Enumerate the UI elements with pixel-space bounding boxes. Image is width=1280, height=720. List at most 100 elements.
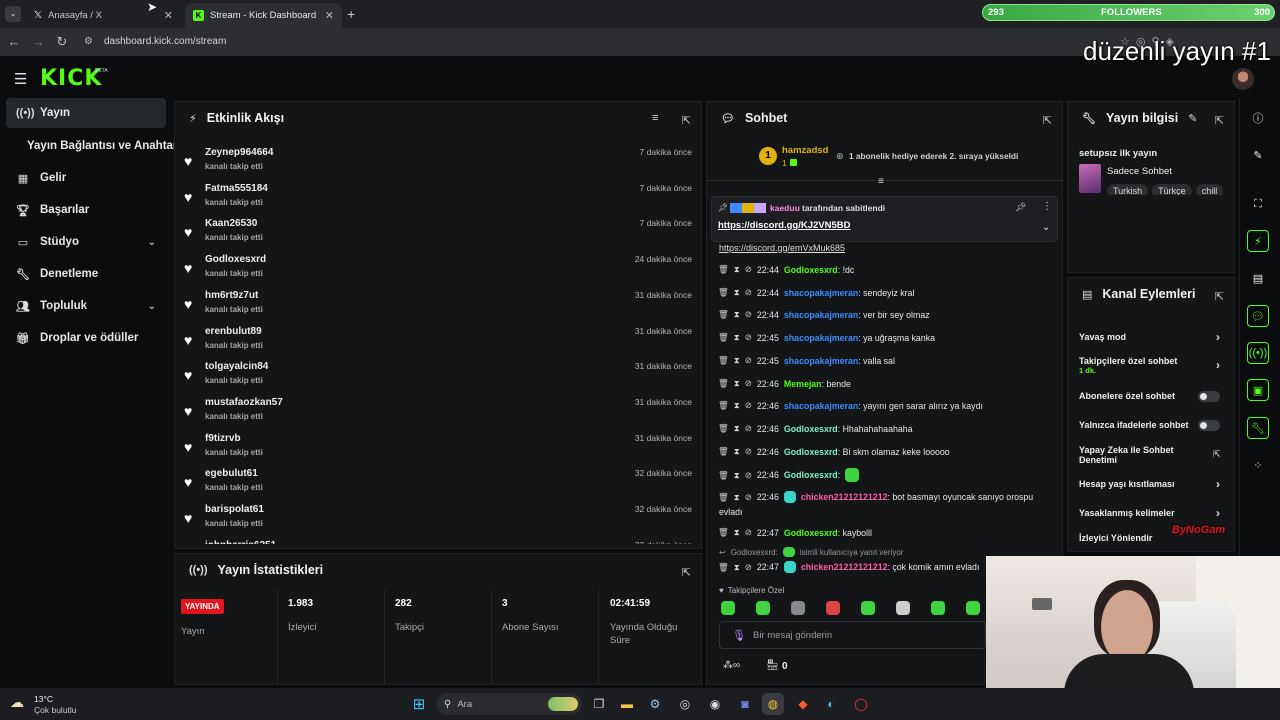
delete-icon[interactable]: 🗑︎ bbox=[718, 562, 729, 573]
timeout-icon[interactable]: ⧗ bbox=[734, 287, 740, 298]
delete-icon[interactable]: 🗑︎ bbox=[718, 492, 729, 503]
delete-icon[interactable]: 🗑︎ bbox=[718, 378, 729, 389]
close-tab-icon[interactable]: ✕ bbox=[325, 9, 334, 22]
ban-icon[interactable]: ⊘ bbox=[745, 527, 752, 538]
discord-icon[interactable]: ◙ bbox=[734, 693, 756, 715]
list-item[interactable]: ♥ Godloxesxrd kanalı takip etti 24 dakika ö… bbox=[184, 252, 694, 288]
windows-start-icon[interactable]: ⊞ bbox=[408, 693, 430, 715]
document-icon[interactable]: ▤ bbox=[1247, 267, 1269, 289]
follower-name[interactable]: barispolat61 bbox=[205, 504, 264, 515]
follower-name[interactable]: hm6rt9z7ut bbox=[205, 290, 258, 301]
list-item[interactable]: ♥ mustafaozkan57 kanalı takip etti 31 dakik… bbox=[184, 395, 694, 431]
user-avatar[interactable] bbox=[1232, 68, 1254, 90]
sidebar-item-denetleme[interactable]: 🔧︎ Denetleme bbox=[6, 259, 166, 289]
address-bar[interactable]: dashboard.kick.com/stream bbox=[104, 36, 226, 47]
emote-icon[interactable] bbox=[931, 601, 945, 615]
chat-message[interactable]: 🗑︎ ⧗ ⊘ 22:46 chicken21212121212: bot basmayı… bbox=[718, 491, 1048, 503]
timeout-icon[interactable]: ⧗ bbox=[734, 562, 740, 573]
sidebar-item-topluluk[interactable]: 👥︎ Topluluk ⌄ bbox=[6, 291, 166, 321]
account-age-row[interactable]: Hesap yaşı kısıtlaması › bbox=[1079, 477, 1224, 491]
emote-only-toggle[interactable] bbox=[1198, 420, 1220, 431]
follower-name[interactable]: johnharris6251 bbox=[205, 540, 276, 544]
ban-icon[interactable]: ⊘ bbox=[745, 378, 752, 389]
emote-icon[interactable] bbox=[826, 601, 840, 615]
timeout-icon[interactable]: ⧗ bbox=[734, 400, 740, 411]
file-explorer-icon[interactable]: ▬ bbox=[616, 693, 638, 715]
stats-icon[interactable]: ▣ bbox=[1247, 379, 1269, 401]
subscribers-only-toggle[interactable] bbox=[1198, 391, 1220, 402]
store-icon[interactable]: 🏪︎ bbox=[766, 660, 779, 671]
wrench-icon[interactable]: 🔧︎ bbox=[1247, 417, 1269, 439]
delete-icon[interactable]: 🗑︎ bbox=[718, 446, 729, 457]
weather-temp[interactable]: 13°C bbox=[34, 694, 53, 704]
popout-icon[interactable]: ⇱ bbox=[1215, 290, 1224, 303]
app-icon[interactable]: ◎ bbox=[674, 693, 696, 715]
chat-message[interactable]: 🗑︎ ⧗ ⊘ 22:47 Godloxesxrd: kaybolll bbox=[718, 527, 1048, 538]
sidebar-item-gelir[interactable]: ▦ Gelir bbox=[6, 163, 166, 193]
popout-icon[interactable]: ⇱ bbox=[1043, 114, 1052, 127]
emote-only-row[interactable]: Yalnızca ifadelerle sohbet bbox=[1079, 420, 1224, 431]
ban-icon[interactable]: ⊘ bbox=[745, 332, 752, 343]
popout-icon[interactable]: ⇱ bbox=[1215, 114, 1224, 127]
chat-message[interactable]: 🗑︎ ⧗ ⊘ 22:44 shacopakajmeran: sendeyiz kral bbox=[718, 287, 1048, 298]
chat-username[interactable]: Godloxesxrd bbox=[784, 424, 838, 434]
timeout-icon[interactable]: ⧗ bbox=[734, 527, 740, 538]
subscribers-only-row[interactable]: Abonelere özel sohbet bbox=[1079, 391, 1224, 402]
app-icon[interactable]: ◉ bbox=[704, 693, 726, 715]
list-item[interactable]: ♥ Fatma555184 kanalı takip etti 7 dakika ön… bbox=[184, 181, 694, 217]
emote-icon[interactable] bbox=[721, 601, 735, 615]
banned-words-row[interactable]: Yasaklanmış kelimeler › bbox=[1079, 506, 1224, 520]
chat-username[interactable]: shacopakajmeran bbox=[784, 401, 858, 411]
popout-icon[interactable]: ⇱ bbox=[682, 566, 691, 579]
list-item[interactable]: ♥ hm6rt9z7ut kanalı takip etti 31 dakika ön… bbox=[184, 288, 694, 324]
chat-message[interactable]: 🗑︎ ⧗ ⊘ 22:46 Godloxesxrd: Hhahahahaahaha bbox=[718, 423, 1048, 434]
chat-message[interactable]: 🗑︎ ⧗ ⊘ 22:46 Godloxesxrd: bbox=[718, 468, 1048, 482]
chat-username[interactable]: shacopakajmeran bbox=[784, 288, 858, 298]
delete-icon[interactable]: 🗑︎ bbox=[718, 264, 729, 275]
chevron-down-icon[interactable]: ⌄ bbox=[1042, 222, 1050, 233]
timeout-icon[interactable]: ⧗ bbox=[734, 492, 740, 503]
tag[interactable]: chill bbox=[1195, 184, 1224, 195]
delete-icon[interactable]: 🗑︎ bbox=[718, 332, 729, 343]
chat-message[interactable]: 🗑︎ ⧗ ⊘ 22:44 Godloxesxrd: !dc bbox=[718, 264, 1048, 275]
delete-icon[interactable]: 🗑︎ bbox=[718, 309, 729, 320]
followers-only-row[interactable]: Takipçilere özel sohbet 1 dk. › bbox=[1079, 356, 1224, 375]
gift-username[interactable]: hamzadsd bbox=[782, 145, 828, 156]
slow-mode-row[interactable]: Yavaş mod › bbox=[1079, 330, 1224, 344]
tag[interactable]: Türkçe bbox=[1152, 184, 1192, 195]
broadcast-icon[interactable]: ((•)) bbox=[1247, 342, 1269, 364]
opera-icon[interactable]: ◯ bbox=[850, 693, 872, 715]
chat-username[interactable]: Godloxesxrd bbox=[784, 528, 838, 538]
back-icon[interactable]: ← bbox=[6, 34, 22, 49]
chat-message[interactable]: 🗑︎ ⧗ ⊘ 22:44 shacopakajmeran: ver bir sey ol… bbox=[718, 309, 1048, 320]
sidebar-item-stream-key[interactable]: Yayın Bağlantısı ve Anahtarı bbox=[6, 131, 181, 161]
timeout-icon[interactable]: ⧗ bbox=[734, 470, 740, 481]
chat-username[interactable]: shacopakajmeran bbox=[784, 310, 858, 320]
pinned-by-user[interactable]: kaeduu bbox=[770, 203, 800, 213]
pin-toggle-icon[interactable]: 📌︎ bbox=[1015, 202, 1026, 213]
timeout-icon[interactable]: ⧗ bbox=[734, 264, 740, 275]
chat-username[interactable]: shacopakajmeran bbox=[784, 333, 858, 343]
edit-icon[interactable]: ✎ bbox=[1247, 144, 1269, 166]
more-options-icon[interactable]: ⋮ bbox=[1042, 201, 1052, 212]
sidebar-item-basarilar[interactable]: 🏆︎ Başarılar bbox=[6, 195, 166, 225]
delete-icon[interactable]: 🗑︎ bbox=[718, 527, 729, 538]
chat-message[interactable]: 🗑︎ ⧗ ⊘ 22:46 Memejan: bende bbox=[718, 378, 1048, 389]
follower-name[interactable]: Zeynep964664 bbox=[205, 147, 273, 158]
chat-message[interactable]: 🗑︎ ⧗ ⊘ 22:45 shacopakajmeran: ya uğraşma kan… bbox=[718, 332, 1048, 343]
follower-name[interactable]: Fatma555184 bbox=[205, 183, 268, 194]
external-link-icon[interactable]: ⇱ bbox=[1213, 449, 1221, 460]
emote-icon[interactable] bbox=[791, 601, 805, 615]
pinned-link[interactable]: https://discord.gg/KJ2VN5BD bbox=[718, 220, 851, 231]
browser-tab-x[interactable]: 𝕏 Anasayfa / X ✕ bbox=[26, 3, 181, 28]
filter-icon[interactable]: ≡ bbox=[652, 112, 658, 124]
mic-icon[interactable]: 🎙︎ bbox=[732, 629, 746, 642]
delete-icon[interactable]: 🗑︎ bbox=[718, 423, 729, 434]
timeout-icon[interactable]: ⧗ bbox=[734, 309, 740, 320]
lightning-icon[interactable]: ⚡︎ bbox=[1247, 230, 1269, 252]
follower-name[interactable]: mustafaozkan57 bbox=[205, 397, 283, 408]
menu-icon[interactable]: ☰ bbox=[14, 70, 27, 88]
reload-icon[interactable]: ↻ bbox=[54, 34, 70, 50]
scroll-icon[interactable]: ≡ bbox=[878, 176, 884, 187]
ban-icon[interactable]: ⊘ bbox=[745, 470, 752, 481]
